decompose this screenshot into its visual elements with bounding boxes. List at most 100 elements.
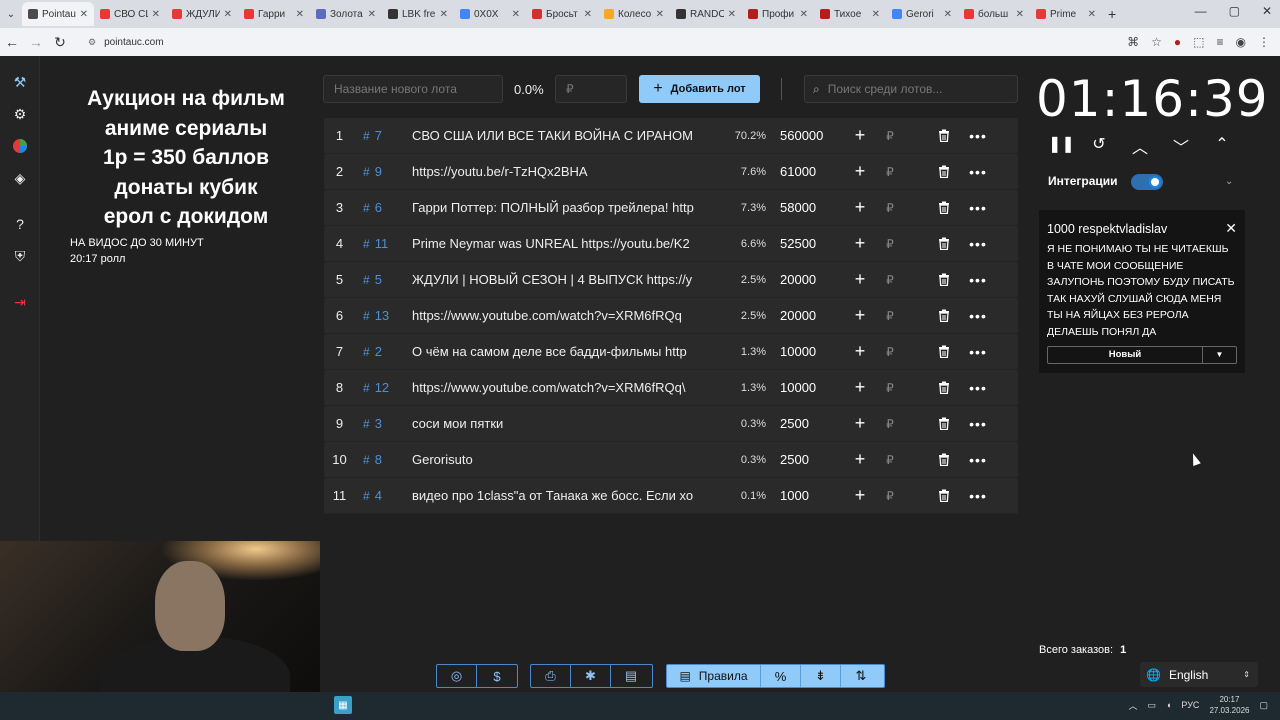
integrations-toggle[interactable] xyxy=(1131,174,1163,190)
browser-tab[interactable]: Prime ✕ xyxy=(1030,2,1102,26)
add-amount-icon[interactable]: + xyxy=(850,485,870,506)
browser-tab[interactable]: Колесо ✕ xyxy=(598,2,670,26)
donation-status-select[interactable]: Новый ▼ xyxy=(1047,346,1237,364)
tab-close-icon[interactable]: ✕ xyxy=(944,9,952,20)
lot-name-field[interactable]: Prime Neymar was UNREAL https://youtu.be… xyxy=(412,236,716,251)
add-amount-icon[interactable]: + xyxy=(850,449,870,470)
add-amount-icon[interactable]: + xyxy=(850,197,870,218)
tab-close-icon[interactable]: ✕ xyxy=(872,9,880,20)
extra-amount-field[interactable]: ₽ xyxy=(870,381,910,395)
more-options-icon[interactable]: ••• xyxy=(966,380,990,396)
lot-amount-field[interactable]: 20000 xyxy=(766,308,846,323)
tab-close-icon[interactable]: ✕ xyxy=(152,9,160,20)
lot-id-link[interactable]: #4 xyxy=(355,488,412,503)
lot-id-link[interactable]: #2 xyxy=(355,344,412,359)
extra-amount-field[interactable]: ₽ xyxy=(870,273,910,287)
lot-amount-field[interactable]: 2500 xyxy=(766,452,846,467)
browser-tab[interactable]: 0Х0Х ✕ xyxy=(454,2,526,26)
browser-tab[interactable]: Тихое ✕ xyxy=(814,2,886,26)
add-amount-icon[interactable]: + xyxy=(850,341,870,362)
puzzle-icon[interactable]: ⬚ xyxy=(1193,35,1204,49)
more-menu-icon[interactable]: ⋮ xyxy=(1258,35,1270,49)
chevron-down-icon[interactable]: ⌄ xyxy=(1225,176,1233,187)
hammer-icon[interactable]: ⚒ xyxy=(10,72,30,92)
lot-name-field[interactable]: Гарри Поттер: ПОЛНЫЙ разбор трейлера! ht… xyxy=(412,200,716,215)
clear-icon[interactable]: ▤ xyxy=(611,665,651,687)
donate-icon[interactable]: $ xyxy=(477,665,517,687)
bookmark-star-icon[interactable]: ☆ xyxy=(1151,35,1162,49)
lot-id-link[interactable]: #7 xyxy=(355,128,412,143)
lot-id-link[interactable]: #6 xyxy=(355,200,412,215)
more-options-icon[interactable]: ••• xyxy=(966,488,990,504)
url-field[interactable]: ⚙ pointauc.com xyxy=(78,31,1078,53)
more-options-icon[interactable]: ••• xyxy=(966,236,990,252)
chevron-down-icon[interactable]: ﹀ xyxy=(1171,134,1191,158)
extra-amount-field[interactable]: ₽ xyxy=(870,453,910,467)
browser-tab[interactable]: RANDO ✕ xyxy=(670,2,742,26)
logout-icon[interactable]: ⇥ xyxy=(10,292,30,312)
lot-id-link[interactable]: #9 xyxy=(355,164,412,179)
profile-icon[interactable]: ◉ xyxy=(1236,35,1246,49)
bug-icon[interactable]: ✱ xyxy=(571,665,611,687)
lot-id-link[interactable]: #12 xyxy=(355,380,412,395)
lot-amount-field[interactable]: 10000 xyxy=(766,344,846,359)
tab-close-icon[interactable]: ✕ xyxy=(512,9,520,20)
extra-amount-field[interactable]: ₽ xyxy=(870,345,910,359)
lot-amount-field[interactable]: 10000 xyxy=(766,380,846,395)
lot-amount-field[interactable]: 1000 xyxy=(766,488,846,503)
lot-name-field[interactable]: ЖДУЛИ | НОВЫЙ СЕЗОН | 4 ВЫПУСК https://y xyxy=(412,272,716,287)
more-options-icon[interactable]: ••• xyxy=(966,452,990,468)
pause-icon[interactable]: ❚❚ xyxy=(1048,134,1075,158)
lot-name-field[interactable]: О чём на самом деле все бадди-фильмы htt… xyxy=(412,344,716,359)
tab-close-icon[interactable]: ✕ xyxy=(656,9,664,20)
double-chevron-up-icon[interactable]: ⌃ xyxy=(1212,134,1232,158)
lot-id-link[interactable]: #13 xyxy=(355,308,412,323)
site-info-icon[interactable]: ⚙ xyxy=(88,37,96,48)
lot-amount-field[interactable]: 52500 xyxy=(766,236,846,251)
reset-icon[interactable]: ↺ xyxy=(1089,134,1109,158)
tray-chevron-icon[interactable]: ︿ xyxy=(1128,699,1137,712)
lot-name-field[interactable]: https://www.youtube.com/watch?v=XRM6fRQq… xyxy=(412,380,716,395)
layers-icon[interactable]: ◈ xyxy=(10,168,30,188)
lot-amount-field[interactable]: 61000 xyxy=(766,164,846,179)
tab-close-icon[interactable]: ✕ xyxy=(296,9,304,20)
chevron-up-icon[interactable]: ︿ xyxy=(1130,134,1150,158)
sort-icon[interactable]: ⇅ xyxy=(841,665,881,687)
extra-amount-field[interactable]: ₽ xyxy=(870,417,910,431)
maximize-icon[interactable]: ▢ xyxy=(1229,4,1240,18)
shield-icon[interactable]: ⛨ xyxy=(10,246,30,266)
browser-tab[interactable]: Бросьт ✕ xyxy=(526,2,598,26)
trash-icon[interactable] xyxy=(932,273,956,286)
tab-close-icon[interactable]: ✕ xyxy=(80,9,88,20)
back-icon[interactable]: ← xyxy=(0,30,24,54)
add-amount-icon[interactable]: + xyxy=(850,377,870,398)
trash-icon[interactable] xyxy=(932,309,956,322)
extra-amount-field[interactable]: ₽ xyxy=(870,165,910,179)
lot-id-link[interactable]: #3 xyxy=(355,416,412,431)
forward-icon[interactable]: → xyxy=(24,30,48,54)
lot-name-field[interactable]: Gerorisuto xyxy=(412,452,716,467)
more-options-icon[interactable]: ••• xyxy=(966,416,990,432)
tab-close-icon[interactable]: ✕ xyxy=(440,9,448,20)
extra-amount-field[interactable]: ₽ xyxy=(870,489,910,503)
tab-close-icon[interactable]: ✕ xyxy=(800,9,808,20)
compress-icon[interactable]: ⇟ xyxy=(801,665,841,687)
add-amount-icon[interactable]: + xyxy=(850,161,870,182)
browser-tab[interactable]: Pointauc ✕ xyxy=(22,2,94,26)
translate-icon[interactable]: ⌘ xyxy=(1127,35,1139,49)
trash-icon[interactable] xyxy=(932,381,956,394)
taskbar-app-icon[interactable]: ▦ xyxy=(334,696,352,714)
new-tab-icon[interactable]: + xyxy=(1108,6,1116,22)
lot-search-input[interactable]: ⌕ Поиск среди лотов... xyxy=(804,75,1018,103)
tray-lang[interactable]: РУС xyxy=(1181,700,1199,710)
more-options-icon[interactable]: ••• xyxy=(966,308,990,324)
lot-amount-field[interactable]: 560000 xyxy=(766,128,846,143)
volume-icon[interactable]: ◖ xyxy=(1166,700,1171,710)
more-options-icon[interactable]: ••• xyxy=(966,164,990,180)
extra-amount-field[interactable]: ₽ xyxy=(870,237,910,251)
save-icon[interactable]: ⎙ xyxy=(531,665,571,687)
network-icon[interactable]: ▭ xyxy=(1147,700,1156,711)
notifications-icon[interactable]: ▢ xyxy=(1259,700,1268,711)
add-amount-icon[interactable]: + xyxy=(850,125,870,146)
add-lot-button[interactable]: + Добавить лот xyxy=(639,75,760,103)
